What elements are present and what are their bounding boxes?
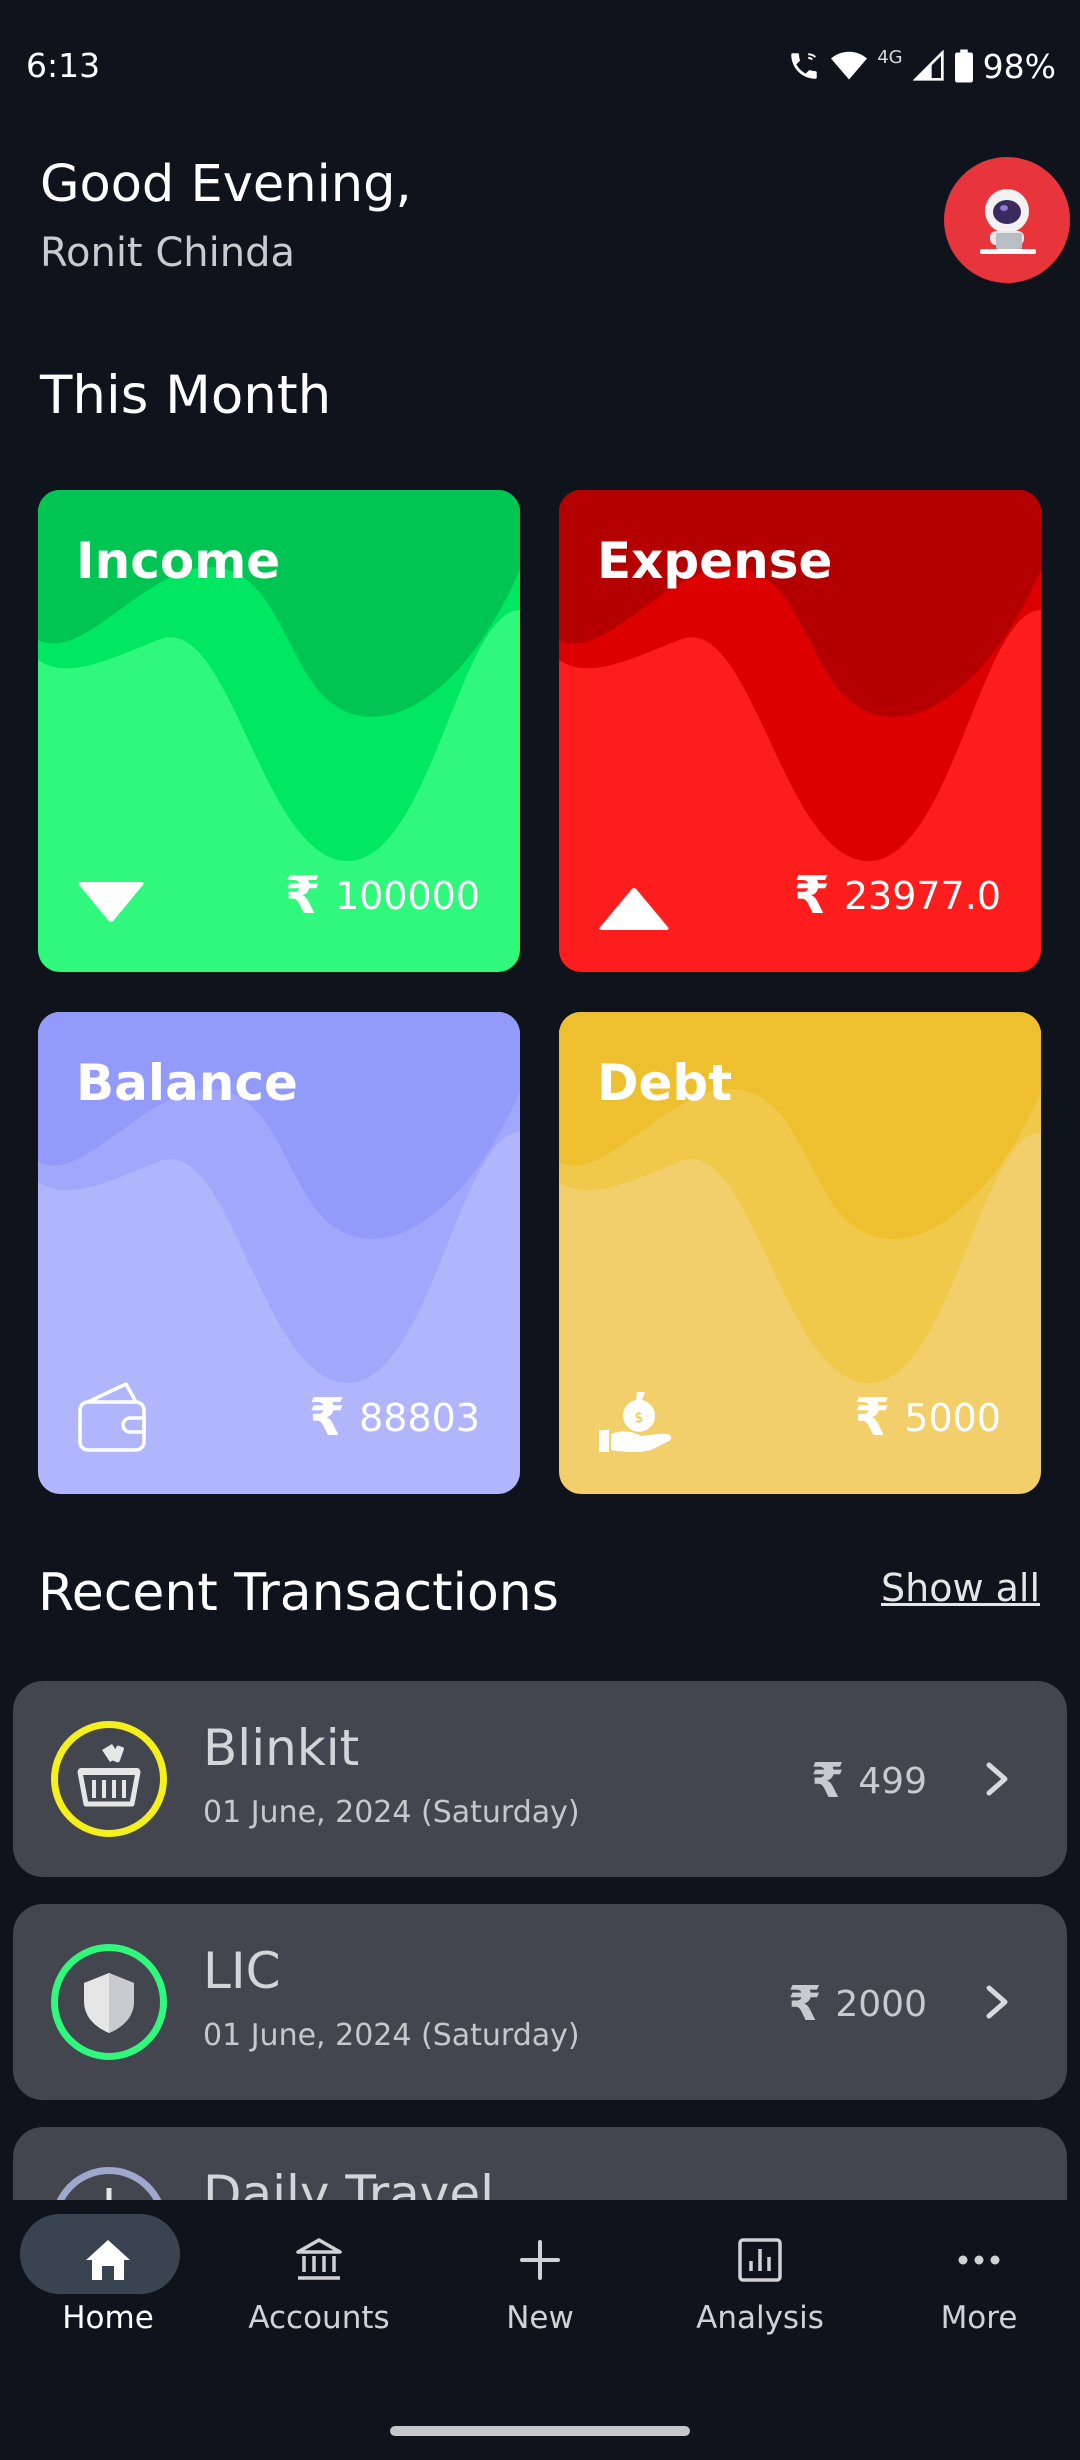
wifi-call-icon bbox=[787, 49, 821, 83]
income-amount: ₹ 100000 bbox=[285, 866, 480, 926]
transaction-name: Blinkit bbox=[203, 1719, 360, 1777]
chevron-right-icon bbox=[985, 1984, 1009, 2024]
nav-new[interactable]: New bbox=[432, 2230, 648, 2370]
show-all-link[interactable]: Show all bbox=[881, 1566, 1040, 1610]
rupee-symbol: ₹ bbox=[787, 1976, 822, 2032]
bank-icon bbox=[289, 2230, 349, 2290]
recent-transactions-title: Recent Transactions bbox=[38, 1563, 559, 1623]
transaction-amount: ₹ 2000 bbox=[788, 1976, 927, 2032]
debt-amount: ₹ 5000 bbox=[854, 1388, 1001, 1448]
income-value: 100000 bbox=[334, 874, 480, 918]
nav-label: Accounts bbox=[248, 2300, 390, 2336]
income-card[interactable]: Income ₹ 100000 bbox=[38, 490, 520, 972]
expense-amount: ₹ 23977.0 bbox=[794, 866, 1001, 926]
more-icon bbox=[949, 2230, 1009, 2290]
arrow-down-icon bbox=[76, 878, 146, 938]
analytics-icon bbox=[730, 2230, 790, 2290]
debt-card[interactable]: Debt $ ₹ 5000 bbox=[559, 1012, 1041, 1494]
battery-icon bbox=[954, 49, 973, 83]
nav-label: Analysis bbox=[696, 2300, 824, 2336]
nav-accounts[interactable]: Accounts bbox=[211, 2230, 427, 2370]
nav-analysis[interactable]: Analysis bbox=[652, 2230, 868, 2370]
transaction-value: 2000 bbox=[835, 1983, 927, 2025]
transaction-item[interactable]: LIC 01 June, 2024 (Saturday) ₹ 2000 bbox=[13, 1904, 1067, 2100]
expense-label: Expense bbox=[597, 532, 833, 590]
expense-value: 23977.0 bbox=[843, 874, 1001, 918]
nav-more[interactable]: More bbox=[871, 2230, 1080, 2370]
greeting: Good Evening, bbox=[40, 155, 412, 214]
transaction-icon-ring bbox=[51, 1721, 167, 1837]
transaction-item[interactable]: Blinkit 01 June, 2024 (Saturday) ₹ 499 bbox=[13, 1681, 1067, 1877]
balance-label: Balance bbox=[76, 1054, 298, 1112]
rupee-symbol: ₹ bbox=[810, 1753, 845, 1809]
income-label: Income bbox=[76, 532, 281, 590]
home-indicator[interactable] bbox=[390, 2426, 690, 2436]
shield-icon bbox=[84, 1973, 134, 2033]
wallet-icon bbox=[76, 1380, 154, 1460]
status-icons: 4G 98% bbox=[787, 44, 1056, 88]
rupee-symbol: ₹ bbox=[854, 1388, 891, 1448]
transaction-date: 01 June, 2024 (Saturday) bbox=[203, 2018, 580, 2053]
chevron-right-icon bbox=[985, 1761, 1009, 1801]
status-bar: 6:13 4G 98% bbox=[0, 0, 1080, 130]
transaction-name: LIC bbox=[203, 1942, 281, 2000]
nav-label: New bbox=[506, 2300, 574, 2336]
battery-level: 98% bbox=[982, 46, 1056, 86]
astronaut-icon bbox=[980, 189, 1036, 254]
balance-value: 88803 bbox=[359, 1396, 480, 1440]
arrow-up-icon bbox=[597, 878, 671, 938]
basket-icon bbox=[77, 1744, 141, 1807]
avatar[interactable] bbox=[944, 157, 1070, 283]
transaction-value: 499 bbox=[858, 1760, 927, 1802]
plus-icon bbox=[510, 2230, 570, 2290]
transaction-icon-ring bbox=[51, 1944, 167, 2060]
home-icon bbox=[78, 2230, 138, 2290]
rupee-symbol: ₹ bbox=[308, 1388, 346, 1448]
rupee-symbol: ₹ bbox=[284, 866, 321, 926]
rupee-symbol: ₹ bbox=[793, 866, 830, 926]
debt-label: Debt bbox=[597, 1054, 733, 1112]
transaction-date: 01 June, 2024 (Saturday) bbox=[203, 1795, 580, 1830]
balance-card[interactable]: Balance ₹ 88803 bbox=[38, 1012, 520, 1494]
nav-label: More bbox=[940, 2300, 1018, 2336]
money-bag-hand-icon: $ bbox=[597, 1388, 677, 1460]
network-type: 4G bbox=[877, 46, 903, 68]
this-month-title: This Month bbox=[40, 365, 332, 426]
signal-icon bbox=[912, 50, 945, 82]
nav-home[interactable]: Home bbox=[0, 2214, 216, 2370]
wifi-icon bbox=[831, 50, 868, 82]
transaction-amount: ₹ 499 bbox=[811, 1753, 927, 1809]
expense-card[interactable]: Expense ₹ 23977.0 bbox=[559, 490, 1041, 972]
nav-label: Home bbox=[62, 2300, 154, 2336]
bottom-navigation: Home Accounts New Analysis More bbox=[0, 2200, 1080, 2460]
status-time: 6:13 bbox=[26, 46, 101, 85]
svg-text:$: $ bbox=[635, 1410, 644, 1426]
user-name: Ronit Chinda bbox=[40, 230, 295, 276]
debt-value: 5000 bbox=[904, 1396, 1001, 1440]
balance-amount: ₹ 88803 bbox=[309, 1388, 480, 1448]
